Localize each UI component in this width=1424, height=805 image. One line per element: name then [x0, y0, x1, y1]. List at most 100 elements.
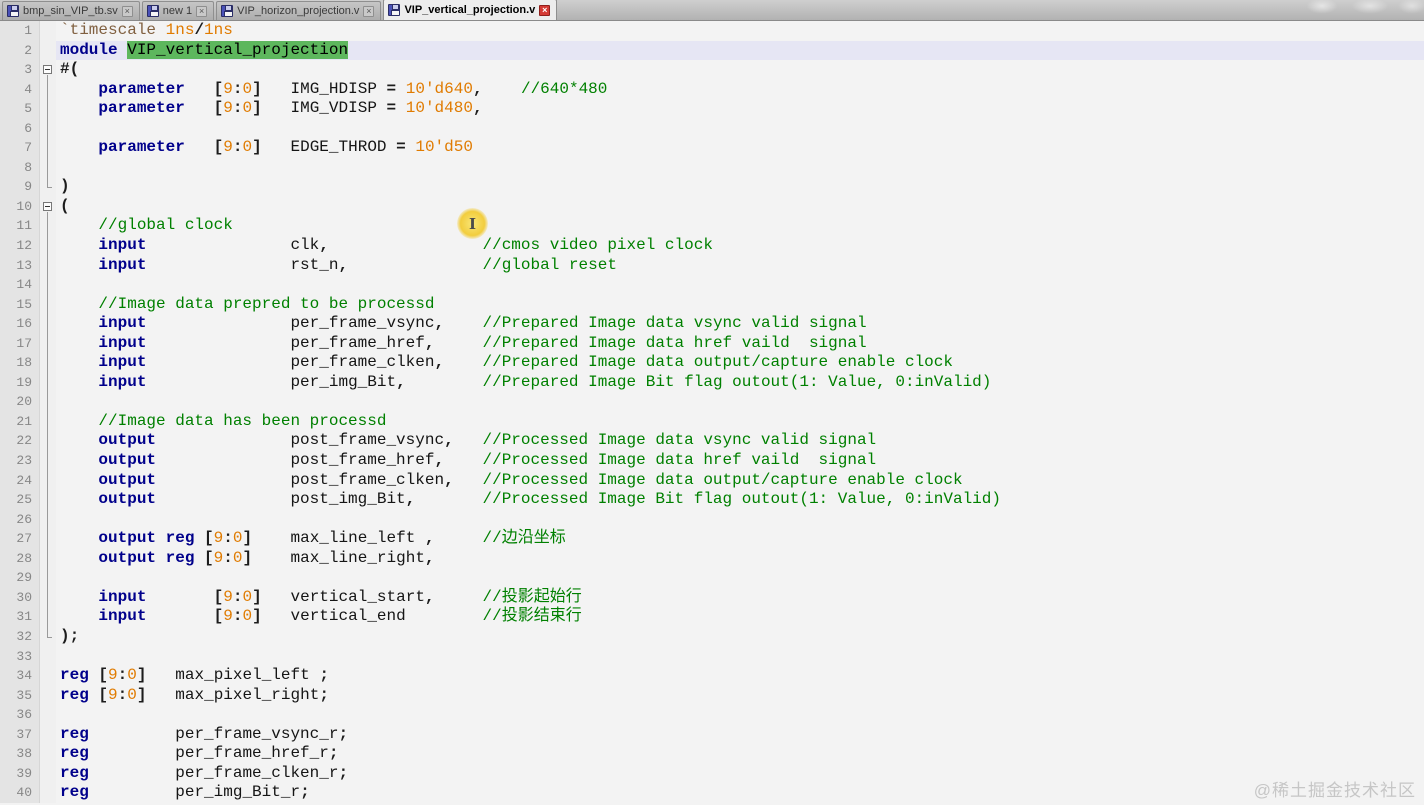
code-line[interactable]: 35 reg [9:0] max_pixel_right;	[0, 685, 1424, 706]
code-text[interactable]: output post_frame_href, //Processed Imag…	[56, 451, 1424, 471]
code-line[interactable]: 9)	[0, 177, 1424, 197]
code-line[interactable]: 8	[0, 157, 1424, 178]
code-text[interactable]: //Image data has been processd	[56, 412, 1424, 432]
code-line[interactable]: 40 reg per_img_Bit_r;	[0, 783, 1424, 803]
code-line[interactable]: 14	[0, 275, 1424, 295]
code-text[interactable]: input per_img_Bit, //Prepared Image Bit …	[56, 373, 1424, 393]
code-line[interactable]: 1 `timescale 1ns/1ns	[0, 21, 1424, 41]
tab-bmp-sin-vip-tb-sv[interactable]: bmp_sin_VIP_tb.sv ×	[2, 1, 140, 20]
tab-close-icon[interactable]: ×	[121, 5, 133, 17]
fold-minus-box-icon[interactable]	[43, 201, 52, 211]
code-line[interactable]: 34 reg [9:0] max_pixel_left ;	[0, 666, 1424, 686]
code-text[interactable]: output post_img_Bit, //Processed Image B…	[56, 490, 1424, 510]
code-line[interactable]: 3 #(	[0, 60, 1424, 80]
code-text[interactable]	[56, 392, 1424, 412]
code-line[interactable]: 31 input [9:0] vertical_end //投影结束行	[0, 607, 1424, 627]
code-text[interactable]: `timescale 1ns/1ns	[56, 21, 1424, 41]
code-text[interactable]	[56, 119, 1424, 139]
code-line[interactable]: 16 input per_frame_vsync, //Prepared Ima…	[0, 314, 1424, 334]
code-text[interactable]: input clk, //cmos video pixel clock	[56, 236, 1424, 256]
tab-close-icon[interactable]: ×	[363, 5, 375, 17]
code-line[interactable]: 10 (	[0, 196, 1424, 217]
code-text[interactable]	[56, 705, 1424, 725]
code-text[interactable]: reg [9:0] max_pixel_left ;	[56, 666, 1424, 686]
code-line[interactable]: 20	[0, 392, 1424, 412]
code-text[interactable]: module VIP_vertical_projection	[56, 40, 1424, 61]
code-line[interactable]: 5 parameter [9:0] IMG_VDISP = 10'd480,	[0, 99, 1424, 119]
code-text[interactable]	[56, 275, 1424, 295]
code-line[interactable]: 21 //Image data has been processd	[0, 411, 1424, 432]
code-line[interactable]: 39 reg per_frame_clken_r;	[0, 763, 1424, 784]
tab-close-icon[interactable]: ×	[539, 4, 551, 16]
code-text[interactable]: reg [9:0] max_pixel_right;	[56, 686, 1424, 706]
line-number: 7	[0, 138, 40, 158]
code-text[interactable]: reg per_img_Bit_r;	[56, 783, 1424, 803]
code-line[interactable]: 38 reg per_frame_href_r;	[0, 744, 1424, 764]
code-line[interactable]: 30 input [9:0] vertical_start, //投影起始行	[0, 587, 1424, 608]
code-line[interactable]: 2 module VIP_vertical_projection	[0, 40, 1424, 61]
code-line[interactable]: 19 input per_img_Bit, //Prepared Image B…	[0, 372, 1424, 393]
code-line[interactable]: 25 output post_img_Bit, //Processed Imag…	[0, 490, 1424, 510]
code-line[interactable]: 15 //Image data prepred to be processd	[0, 294, 1424, 315]
tab-close-icon[interactable]: ×	[196, 5, 208, 17]
fold-margin	[40, 216, 56, 237]
code-text[interactable]	[56, 158, 1424, 178]
code-text[interactable]: output reg [9:0] max_line_right,	[56, 549, 1424, 569]
code-text[interactable]: output post_frame_clken, //Processed Ima…	[56, 471, 1424, 491]
code-line[interactable]: 28 output reg [9:0] max_line_right,	[0, 548, 1424, 569]
code-line[interactable]: 37 reg per_frame_vsync_r;	[0, 724, 1424, 745]
code-text[interactable]: reg per_frame_clken_r;	[56, 764, 1424, 784]
code-text[interactable]: input [9:0] vertical_end //投影结束行	[56, 607, 1424, 627]
code-text[interactable]	[56, 568, 1424, 588]
code-line[interactable]: 24 output post_frame_clken, //Processed …	[0, 470, 1424, 491]
line-number: 2	[0, 40, 40, 61]
fold-margin	[40, 411, 56, 432]
code-text[interactable]: input rst_n, //global reset	[56, 256, 1424, 276]
code-text[interactable]: output post_frame_vsync, //Processed Ima…	[56, 431, 1424, 451]
tab-vip-horizon-projection-v[interactable]: VIP_horizon_projection.v ×	[216, 1, 382, 20]
tab-vip-vertical-projection-v[interactable]: VIP_vertical_projection.v ×	[383, 0, 558, 20]
code-line[interactable]: 22 output post_frame_vsync, //Processed …	[0, 431, 1424, 452]
code-line[interactable]: 26	[0, 509, 1424, 530]
code-text[interactable]: parameter [9:0] IMG_HDISP = 10'd640, //6…	[56, 80, 1424, 100]
code-text[interactable]: input per_frame_href, //Prepared Image d…	[56, 334, 1424, 354]
fold-margin	[40, 685, 56, 706]
code-text[interactable]: input per_frame_clken, //Prepared Image …	[56, 353, 1424, 373]
code-editor[interactable]: 1 `timescale 1ns/1ns 2 module VIP_vertical_…	[0, 21, 1424, 805]
tab-new-1[interactable]: new 1 ×	[141, 1, 215, 20]
code-text[interactable]: //Image data prepred to be processd	[56, 295, 1424, 315]
fold-minus-box-icon[interactable]	[43, 65, 52, 75]
code-line[interactable]: 33	[0, 646, 1424, 667]
code-line[interactable]: 13 input rst_n, //global reset	[0, 255, 1424, 276]
code-line[interactable]: 29	[0, 568, 1424, 588]
code-line[interactable]: 17 input per_frame_href, //Prepared Imag…	[0, 333, 1424, 354]
code-text[interactable]: );	[56, 627, 1424, 647]
code-text[interactable]: input per_frame_vsync, //Prepared Image …	[56, 314, 1424, 334]
code-line[interactable]: 23 output post_frame_href, //Processed I…	[0, 451, 1424, 471]
line-number: 18	[0, 353, 40, 373]
code-line[interactable]: 4 parameter [9:0] IMG_HDISP = 10'd640, /…	[0, 79, 1424, 100]
code-text[interactable]: reg per_frame_vsync_r;	[56, 725, 1424, 745]
code-text[interactable]: //global clock	[56, 216, 1424, 236]
code-text[interactable]: parameter [9:0] IMG_VDISP = 10'd480,	[56, 99, 1424, 119]
code-line[interactable]: 27 output reg [9:0] max_line_left , //边沿…	[0, 529, 1424, 549]
code-text[interactable]	[56, 510, 1424, 530]
code-text[interactable]: (	[56, 197, 1424, 217]
code-line[interactable]: 32);	[0, 626, 1424, 647]
code-text[interactable]: reg per_frame_href_r;	[56, 744, 1424, 764]
code-line[interactable]: 36	[0, 705, 1424, 725]
code-text[interactable]: )	[56, 177, 1424, 197]
code-line[interactable]: 7 parameter [9:0] EDGE_THROD = 10'd50	[0, 138, 1424, 158]
fold-collapse-marker[interactable]	[40, 60, 56, 80]
code-line[interactable]: 18 input per_frame_clken, //Prepared Ima…	[0, 353, 1424, 373]
fold-collapse-marker[interactable]	[40, 196, 56, 217]
code-text[interactable]: output reg [9:0] max_line_left , //边沿坐标	[56, 529, 1424, 549]
code-text[interactable]	[56, 647, 1424, 667]
code-line[interactable]: 11 //global clock	[0, 216, 1424, 237]
code-line[interactable]: 6	[0, 118, 1424, 139]
code-text[interactable]: parameter [9:0] EDGE_THROD = 10'd50	[56, 138, 1424, 158]
code-text[interactable]: #(	[56, 60, 1424, 80]
code-text[interactable]: input [9:0] vertical_start, //投影起始行	[56, 588, 1424, 608]
fold-margin	[40, 353, 56, 373]
code-line[interactable]: 12 input clk, //cmos video pixel clock	[0, 236, 1424, 256]
